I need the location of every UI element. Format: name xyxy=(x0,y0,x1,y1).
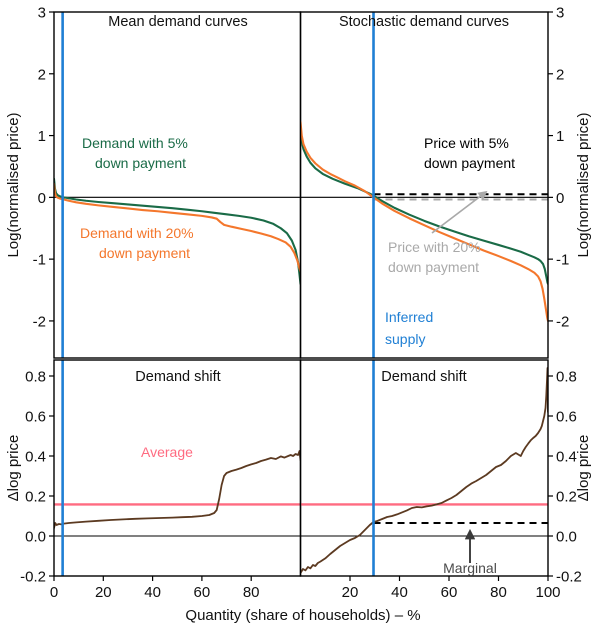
label-inferred-supply-line1: Inferred xyxy=(385,309,433,325)
ytick-label-top-left--2: -2 xyxy=(33,313,46,330)
label-demand-20pct-line2: down payment xyxy=(99,245,190,261)
ytick-label-top-left-3: 3 xyxy=(38,5,46,22)
label-demand-20pct-line1: Demand with 20% xyxy=(80,225,194,241)
ytick-label-top-right-1: 1 xyxy=(556,128,564,145)
xtick-label-bottom-left-20: 20 xyxy=(95,584,112,601)
xtick-label-bottom-right-60: 60 xyxy=(441,584,458,601)
ytick-label-bottom-right--0.2: -0.2 xyxy=(556,569,582,586)
ytick-label-top-left--1: -1 xyxy=(33,252,46,269)
xtick-label-bottom-right-40: 40 xyxy=(391,584,408,601)
ytick-label-bottom-left-0.8: 0.8 xyxy=(25,369,46,386)
panel-title-bottom-left: Demand shift xyxy=(135,369,220,385)
xtick-label-bottom-right-80: 80 xyxy=(490,584,507,601)
ytick-label-top-right-0: 0 xyxy=(556,190,564,207)
ytick-label-top-left-0: 0 xyxy=(38,190,46,207)
panel-frame-top-right xyxy=(299,11,549,359)
label-price-5pct-line1: Price with 5% xyxy=(424,135,509,151)
label-price-5pct-line2: down payment xyxy=(424,155,515,171)
ytick-label-top-right--1: -1 xyxy=(556,252,569,269)
panel-frame-bottom-right xyxy=(299,359,549,577)
ytick-label-bottom-left-0: 0.0 xyxy=(25,529,46,546)
ytick-label-top-right-3: 3 xyxy=(556,5,564,22)
label-price-20pct-line1: Price with 20% xyxy=(388,239,481,255)
xtick-label-bottom-left-60: 60 xyxy=(194,584,211,601)
ytick-label-top-right--2: -2 xyxy=(556,313,569,330)
ytick-label-bottom-right-0.4: 0.4 xyxy=(556,449,577,466)
y-axis-title-top-left: Log(normalised price) xyxy=(5,112,22,257)
panel-title-top-left: Mean demand curves xyxy=(108,14,247,30)
ytick-label-bottom-left--0.2: -0.2 xyxy=(20,569,46,586)
label-demand-5pct-line1: Demand with 5% xyxy=(82,135,188,151)
series-line-bottom-right-0 xyxy=(300,367,548,574)
ytick-label-bottom-left-0.6: 0.6 xyxy=(25,409,46,426)
ytick-label-top-left-2: 2 xyxy=(38,66,46,83)
ytick-label-bottom-left-0.4: 0.4 xyxy=(25,449,46,466)
series-line-bottom-left-0 xyxy=(54,450,301,529)
y-axis-title-bottom-left: Δlog price xyxy=(5,435,22,502)
panel-title-top-right: Stochastic demand curves xyxy=(339,14,509,30)
panel-frame-bottom-left xyxy=(53,359,302,577)
ytick-label-bottom-right-0.8: 0.8 xyxy=(556,369,577,386)
y-axis-title-top-right: Log(normalised price) xyxy=(575,112,592,257)
figure-root: -2-10123-2-10123-0.20.00.20.40.60.8-0.20… xyxy=(5,5,592,625)
panel-frame-top-left xyxy=(53,11,302,359)
ytick-label-bottom-right-0.6: 0.6 xyxy=(556,409,577,426)
ytick-label-bottom-left-0.2: 0.2 xyxy=(25,489,46,506)
x-axis-title: Quantity (share of households) – % xyxy=(185,607,420,624)
label-demand-5pct-line2: down payment xyxy=(95,155,186,171)
ytick-label-bottom-right-0.2: 0.2 xyxy=(556,489,577,506)
ytick-label-bottom-right-0: 0.0 xyxy=(556,529,577,546)
xtick-label-bottom-right-20: 20 xyxy=(342,584,359,601)
xtick-label-bottom-left-0: 0 xyxy=(50,584,58,601)
label-price-20pct-line2: down payment xyxy=(388,259,479,275)
ytick-label-top-left-1: 1 xyxy=(38,128,46,145)
xtick-label-bottom-left-80: 80 xyxy=(243,584,260,601)
arrow-price-20pct xyxy=(431,190,488,234)
panel-title-bottom-right: Demand shift xyxy=(381,369,466,385)
xtick-label-bottom-right-100: 100 xyxy=(535,584,560,601)
ytick-label-top-right-2: 2 xyxy=(556,66,564,83)
label-average: Average xyxy=(141,444,193,460)
y-axis-title-bottom-right: Δlog price xyxy=(575,435,592,502)
label-inferred-supply-line2: supply xyxy=(385,331,425,347)
xtick-label-bottom-left-40: 40 xyxy=(144,584,161,601)
